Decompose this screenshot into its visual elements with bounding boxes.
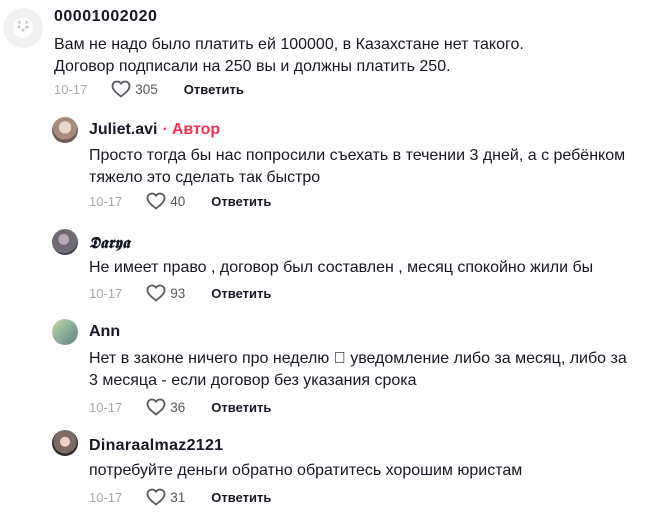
comment-meta: 10-17 305 Ответить: [54, 80, 244, 98]
heart-icon: [146, 488, 166, 506]
comment-meta: 10-17 40 Ответить: [89, 192, 271, 210]
like-button[interactable]: 36: [146, 398, 185, 416]
comments-panel: 00001002020 Вам не надо было платить ей …: [0, 0, 653, 514]
like-count: 305: [135, 81, 158, 97]
like-count: 36: [170, 399, 186, 415]
reply-button[interactable]: Ответить: [211, 194, 271, 209]
avatar[interactable]: [52, 117, 78, 143]
comment-date: 10-17: [89, 285, 123, 301]
reply-button[interactable]: Ответить: [211, 286, 271, 301]
like-button[interactable]: 93: [146, 284, 185, 302]
comment-meta: 10-17 31 Ответить: [89, 488, 271, 506]
comment-date: 10-17: [89, 489, 123, 505]
comment-text: Вам не надо было платить ей 100000, в Ка…: [54, 36, 524, 75]
avatar[interactable]: [52, 229, 78, 255]
heart-icon: [111, 80, 131, 98]
heart-icon: [146, 284, 166, 302]
heart-icon: [146, 192, 166, 210]
comment-text: Нет в законе ничего про неделю 􀀀 уведомл…: [89, 350, 627, 389]
comment-meta: 10-17 93 Ответить: [89, 284, 271, 302]
comment-username[interactable]: 00001002020: [54, 8, 157, 26]
reply-item: Juliet.avi · Автор Просто тогда бы нас поп…: [0, 110, 653, 220]
comment-date: 10-17: [54, 81, 88, 97]
comment-text: Просто тогда бы нас попросили съехать в …: [89, 147, 626, 186]
comment-username[interactable]: Juliet.avi · Автор: [89, 121, 220, 139]
avatar[interactable]: [52, 319, 78, 345]
comment-meta: 10-17 36 Ответить: [89, 398, 271, 416]
username-text[interactable]: Juliet.avi: [89, 121, 157, 138]
comment-username[interactable]: Ann: [89, 323, 120, 341]
comment-username[interactable]: 𝕯𝖆𝖗𝖞𝖆: [89, 233, 130, 253]
comment-text: потребуйте деньги обратно обратитесь хор…: [89, 462, 523, 479]
like-button[interactable]: 305: [111, 80, 158, 98]
like-count: 31: [170, 489, 186, 505]
default-avatar-icon: [13, 18, 33, 38]
comment-text: Не имеет право , договор был составлен ,…: [89, 259, 594, 276]
comment-item: 00001002020 Вам не надо было платить ей …: [0, 0, 653, 110]
reply-item: 𝕯𝖆𝖗𝖞𝖆 Не имеет право , договор был соста…: [0, 220, 653, 310]
like-button[interactable]: 31: [146, 488, 185, 506]
reply-button[interactable]: Ответить: [211, 490, 271, 505]
author-separator: ·: [162, 121, 168, 138]
author-badge: Автор: [171, 121, 221, 138]
reply-button[interactable]: Ответить: [211, 400, 271, 415]
heart-icon: [146, 398, 166, 416]
avatar[interactable]: [52, 430, 78, 456]
comment-date: 10-17: [89, 399, 123, 415]
comment-username[interactable]: Dinaraalmaz2121: [89, 437, 223, 455]
comment-date: 10-17: [89, 193, 123, 209]
like-button[interactable]: 40: [146, 192, 185, 210]
like-count: 40: [170, 193, 186, 209]
reply-item: Dinaraalmaz2121 потребуйте деньги обратн…: [0, 425, 653, 514]
reply-button[interactable]: Ответить: [184, 82, 244, 97]
reply-item: Ann Нет в законе ничего про неделю 􀀀 уве…: [0, 310, 653, 430]
like-count: 93: [170, 285, 186, 301]
avatar-default[interactable]: [3, 8, 43, 48]
